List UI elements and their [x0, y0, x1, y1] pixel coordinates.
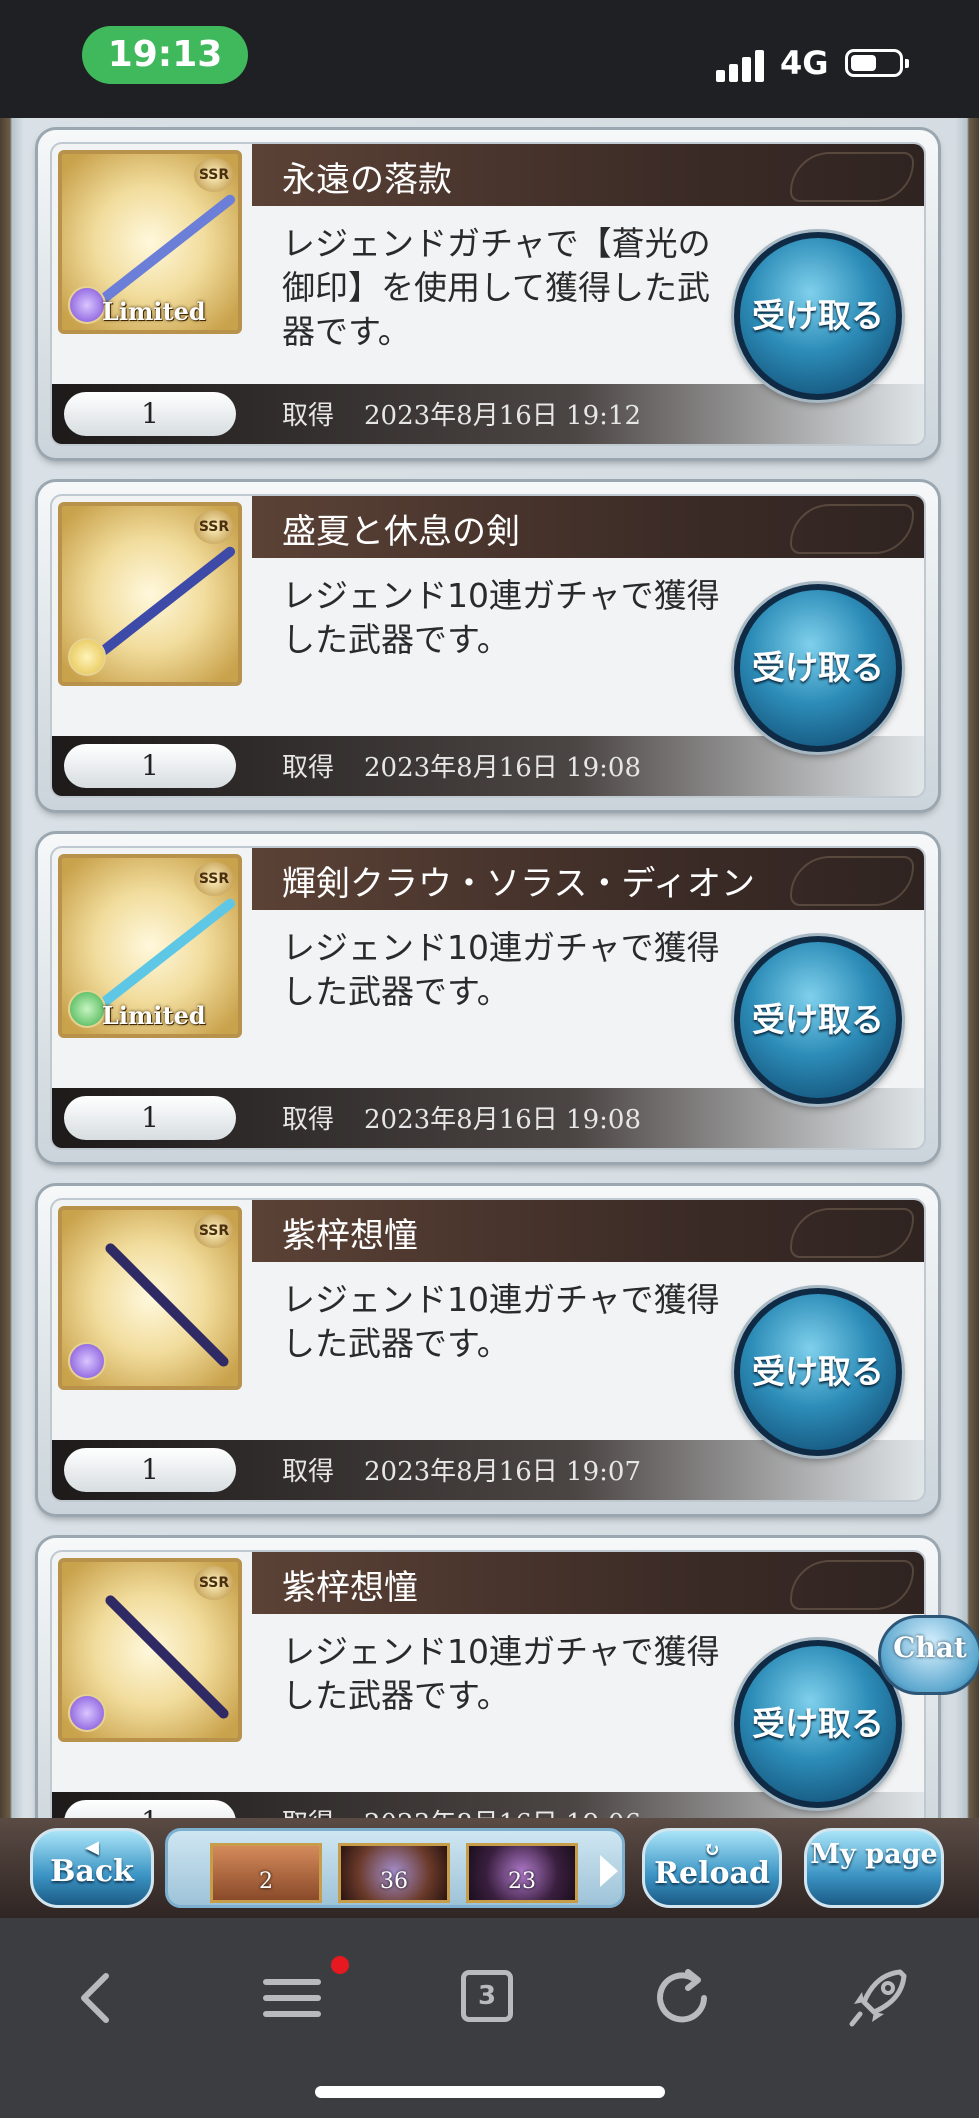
weapon-thumbnail[interactable]: SSR: [58, 1558, 242, 1742]
weapon-thumbnail[interactable]: SSR: [58, 1206, 242, 1390]
weapon-thumbnail[interactable]: SSR Limited: [58, 150, 242, 334]
receive-button[interactable]: 受け取る: [734, 232, 902, 400]
item-description: レジェンド10連ガチャで獲得した武器です。: [282, 928, 720, 1011]
item-name: 紫梓想憧: [282, 1568, 418, 1608]
back-label: Back: [50, 1854, 134, 1889]
receive-button[interactable]: 受け取る: [734, 584, 902, 752]
item-name: 輝剣クラウ・ソラス・ディオン: [282, 864, 755, 904]
item-description: レジェンドガチャで【蒼光の御印】を使用して獲得した武器です。: [282, 224, 711, 351]
gift-card: 永遠の落款 SSR Limited レジェンドガチャで【蒼光の御印】を使用して獲…: [38, 130, 938, 458]
weapon-icon: [96, 544, 238, 658]
mypage-button[interactable]: My page: [804, 1828, 944, 1908]
acquired-date: 2023年8月16日 19:07: [364, 1457, 641, 1487]
element-icon: [68, 1342, 106, 1380]
tabs-count: 3: [461, 1970, 513, 2022]
element-icon: [68, 990, 106, 1028]
acquired-date: 2023年8月16日 19:08: [364, 753, 641, 783]
item-description: レジェンド10連ガチャで獲得した武器です。: [282, 1632, 720, 1715]
item-description: レジェンド10連ガチャで獲得した武器です。: [282, 576, 720, 659]
acquired-label: 取得: [282, 1105, 335, 1135]
battery-icon: [845, 49, 909, 77]
acquired-label: 取得: [282, 1457, 335, 1487]
limited-label: Limited: [102, 297, 206, 326]
rarity-badge: SSR: [194, 158, 234, 192]
tray-next-arrow-icon[interactable]: [600, 1855, 618, 1887]
refresh-icon[interactable]: [644, 1958, 724, 2038]
quantity-field[interactable]: 1: [64, 744, 236, 788]
network-label: 4G: [780, 44, 829, 82]
weapon-icon: [103, 1593, 231, 1721]
tray-slot[interactable]: 2: [210, 1843, 322, 1903]
tray-slot[interactable]: 36: [338, 1843, 450, 1903]
rarity-badge: SSR: [194, 1566, 234, 1600]
element-icon: [68, 638, 106, 676]
item-tray: 2 36 23: [165, 1828, 625, 1908]
weapon-thumbnail[interactable]: SSR: [58, 502, 242, 686]
signal-icon: [716, 48, 766, 82]
tabs-icon[interactable]: 3: [449, 1958, 529, 2038]
item-name: 盛夏と休息の剣: [282, 512, 520, 552]
back-button[interactable]: ◀ Back: [30, 1828, 154, 1908]
chat-button[interactable]: Chat: [878, 1615, 979, 1695]
item-name: 永遠の落款: [282, 160, 452, 200]
gift-list[interactable]: 永遠の落款 SSR Limited レジェンドガチャで【蒼光の御印】を使用して獲…: [0, 118, 979, 1918]
weapon-icon: [96, 192, 238, 306]
weapon-icon: [96, 896, 238, 1010]
rarity-badge: SSR: [194, 510, 234, 544]
gift-card: 輝剣クラウ・ソラス・ディオン SSR Limited レジェンド10連ガチャで獲…: [38, 834, 938, 1162]
game-bottom-nav: ◀ Back 2 36 23 ↻ Reload My page: [0, 1818, 979, 1918]
acquired-date: 2023年8月16日 19:08: [364, 1105, 641, 1135]
receive-button[interactable]: 受け取る: [734, 1640, 902, 1808]
receive-button[interactable]: 受け取る: [734, 1288, 902, 1456]
limited-label: Limited: [102, 1001, 206, 1030]
gift-card: 紫梓想憧 SSR レジェンド10連ガチャで獲得した武器です。 1 取得 2023…: [38, 1186, 938, 1514]
tray-slot[interactable]: 23: [466, 1843, 578, 1903]
quantity-field[interactable]: 1: [64, 392, 236, 436]
back-icon[interactable]: [58, 1958, 138, 2038]
rarity-badge: SSR: [194, 862, 234, 896]
gift-card: 紫梓想憧 SSR レジェンド10連ガチャで獲得した武器です。 1 取得 2023…: [38, 1538, 938, 1866]
menu-notification-badge: [331, 1956, 349, 1974]
acquired-label: 取得: [282, 401, 335, 431]
quantity-field[interactable]: 1: [64, 1448, 236, 1492]
weapon-icon: [103, 1241, 231, 1369]
item-description: レジェンド10連ガチャで獲得した武器です。: [282, 1280, 720, 1363]
receive-button[interactable]: 受け取る: [734, 936, 902, 1104]
rarity-badge: SSR: [194, 1214, 234, 1248]
rocket-icon[interactable]: [840, 1958, 920, 2038]
element-icon: [68, 286, 106, 324]
home-indicator: [315, 2086, 665, 2098]
acquired-label: 取得: [282, 753, 335, 783]
reload-label: Reload: [654, 1856, 770, 1891]
item-name: 紫梓想憧: [282, 1216, 418, 1256]
weapon-thumbnail[interactable]: SSR Limited: [58, 854, 242, 1038]
acquired-date: 2023年8月16日 19:12: [364, 401, 641, 431]
element-icon: [68, 1694, 106, 1732]
gift-card: 盛夏と休息の剣 SSR レジェンド10連ガチャで獲得した武器です。 1 取得 2…: [38, 482, 938, 810]
quantity-field[interactable]: 1: [64, 1096, 236, 1140]
menu-icon[interactable]: [252, 1958, 352, 2038]
status-time: 19:13: [82, 26, 248, 84]
status-bar: 19:13 4G: [0, 0, 979, 118]
reload-button[interactable]: ↻ Reload: [642, 1828, 782, 1908]
